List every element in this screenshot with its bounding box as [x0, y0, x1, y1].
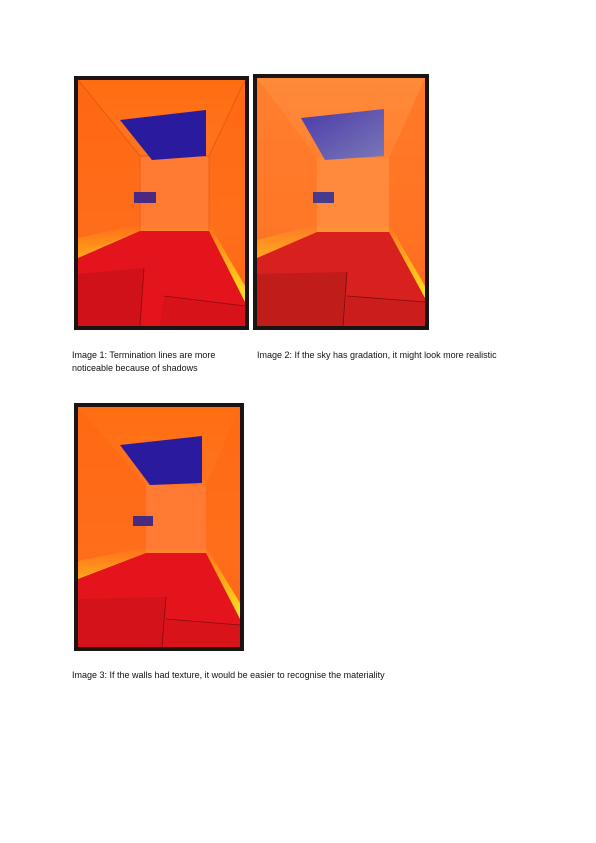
room-render-image-1-svg: [77, 79, 246, 327]
caption-image-3: Image 3: If the walls had texture, it wo…: [72, 670, 385, 680]
room-render-image-2: [253, 74, 429, 330]
caption-image-1: Image 1: Termination lines are more noti…: [72, 350, 216, 373]
room-render-image-2-svg: [257, 78, 426, 327]
room-render-image-1: [74, 76, 249, 330]
caption-image-2: Image 2: If the sky has gradation, it mi…: [257, 350, 497, 360]
room-render-image-3-svg: [78, 407, 241, 648]
room-render-image-3: [74, 403, 244, 651]
